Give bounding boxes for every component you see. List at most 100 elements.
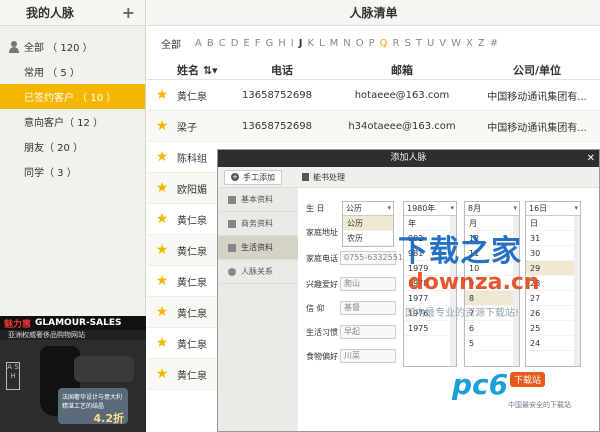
- field-input[interactable]: 川菜: [340, 349, 396, 363]
- select-option[interactable]: 30: [526, 246, 574, 261]
- letter-J[interactable]: J: [299, 38, 303, 49]
- star-icon[interactable]: ★: [147, 180, 177, 196]
- letter-Z[interactable]: Z: [478, 38, 485, 49]
- star-icon[interactable]: ★: [147, 149, 177, 165]
- ad-hot: 魅力惠: [4, 319, 32, 330]
- select-option[interactable]: 31: [526, 231, 574, 246]
- dialog-toolbar: + 手工添加 能书处理: [218, 167, 599, 188]
- ad-brand: GLAMOUR-SALES: [35, 318, 122, 328]
- letter-S[interactable]: S: [404, 38, 410, 49]
- star-icon[interactable]: ★: [147, 87, 177, 103]
- field-label: 生 日: [306, 203, 325, 213]
- group-label: 常用 （ 5 ）: [24, 68, 80, 79]
- nav-label: 人脉关系: [241, 267, 273, 276]
- group-all[interactable]: 全部 （ 120 ）: [0, 34, 145, 59]
- field-label: 兴趣爱好: [306, 279, 338, 289]
- ad-subtitle: 亚洲权威奢侈品购物网站: [0, 330, 146, 340]
- scrollbar[interactable]: [574, 216, 580, 366]
- letter-M[interactable]: M: [330, 38, 339, 49]
- user-icon: [8, 40, 20, 53]
- letter-V[interactable]: V: [439, 38, 446, 49]
- letter-U[interactable]: U: [427, 38, 434, 49]
- group-frequent[interactable]: 常用 （ 5 ）: [0, 59, 145, 84]
- letter-C[interactable]: C: [219, 38, 226, 49]
- select-option[interactable]: 25: [526, 321, 574, 336]
- field-label: 家庭地址: [306, 227, 338, 237]
- group-friends[interactable]: 朋友（ 20 ）: [0, 134, 145, 159]
- letter-F[interactable]: F: [255, 38, 261, 49]
- star-icon[interactable]: ★: [147, 335, 177, 351]
- field-label: 家庭电话: [306, 253, 338, 263]
- nav-life-info[interactable]: 生活资料: [218, 236, 298, 260]
- star-icon[interactable]: ★: [147, 242, 177, 258]
- letter-X[interactable]: X: [466, 38, 473, 49]
- letter-E[interactable]: E: [243, 38, 249, 49]
- letter-D[interactable]: D: [231, 38, 239, 49]
- select-option[interactable]: 日: [526, 216, 574, 231]
- document-icon: [228, 195, 236, 204]
- table-row[interactable]: ★ 梁子 13658752698 h34otaeee@163.com 中国移动通讯集团有…: [147, 111, 600, 142]
- nav-relations[interactable]: 人脉关系: [218, 260, 298, 284]
- field-input[interactable]: 早起: [340, 325, 396, 339]
- calendar-type-select[interactable]: 公历 公历 农历: [342, 201, 394, 247]
- group-label: 同学（ 3 ）: [24, 168, 77, 179]
- manual-add-button[interactable]: + 手工添加: [224, 169, 282, 185]
- field-input[interactable]: 0755-6332551: [340, 251, 403, 265]
- contact-email: hotaeee@163.com: [354, 89, 450, 101]
- watermark-domain: downza.cn: [408, 270, 540, 295]
- form-row: 兴趣爱好 爬山: [306, 276, 396, 292]
- select-option[interactable]: 26: [526, 306, 574, 321]
- star-icon[interactable]: ★: [147, 304, 177, 320]
- form-row: 信 仰 基督: [306, 300, 396, 316]
- nav-business-info[interactable]: 商务资料: [218, 212, 298, 236]
- star-icon[interactable]: ★: [147, 273, 177, 289]
- advertisement-banner[interactable]: 魅力惠 GLAMOUR-SALES 亚洲权威奢侈品购物网站 A S H 法国奢华设…: [0, 316, 146, 432]
- manual-add-label: 手工添加: [243, 172, 275, 182]
- letter-G[interactable]: G: [266, 38, 274, 49]
- letter-all[interactable]: 全部: [161, 36, 181, 51]
- letter-T[interactable]: T: [416, 38, 422, 49]
- letter-Q[interactable]: Q: [380, 38, 388, 49]
- ad-discount: 4.2折: [93, 412, 125, 425]
- letter-L[interactable]: L: [319, 38, 325, 49]
- star-icon[interactable]: ★: [147, 118, 177, 134]
- letter-P[interactable]: P: [369, 38, 375, 49]
- select-option[interactable]: 5: [465, 336, 513, 351]
- field-input[interactable]: 爬山: [340, 277, 396, 291]
- letter-A[interactable]: A: [195, 38, 202, 49]
- select-option[interactable]: 24: [526, 336, 574, 351]
- letter-O[interactable]: O: [356, 38, 364, 49]
- group-signed-clients[interactable]: 已签约客户 （ 10 ）: [0, 84, 145, 109]
- letter-filter: 全部 A B C D E F G H I J K L M N O P Q R S T U V W X Z #: [147, 26, 600, 60]
- select-option[interactable]: 6: [465, 321, 513, 336]
- header-name[interactable]: 姓名 ⇅▾: [177, 62, 237, 78]
- ad-title-bar: 魅力惠 GLAMOUR-SALES: [0, 316, 146, 330]
- field-input[interactable]: 基督: [340, 301, 396, 315]
- ad-logo: A S H: [6, 362, 20, 390]
- letter-I[interactable]: I: [291, 38, 294, 49]
- form-row: 家庭地址: [306, 224, 340, 240]
- select-option[interactable]: 1975: [404, 321, 450, 336]
- select-option[interactable]: 农历: [343, 231, 393, 246]
- group-classmates[interactable]: 同学（ 3 ）: [0, 159, 145, 184]
- letter-H[interactable]: H: [278, 38, 286, 49]
- star-icon[interactable]: ★: [147, 366, 177, 382]
- table-row[interactable]: ★ 黄仁泉 13658752698 hotaeee@163.com 中国移动通讯集团有.…: [147, 80, 600, 111]
- letter-N[interactable]: N: [343, 38, 350, 49]
- star-icon[interactable]: ★: [147, 211, 177, 227]
- add-group-button[interactable]: +: [122, 3, 135, 22]
- briefcase-icon: [228, 219, 236, 228]
- nav-basic-info[interactable]: 基本资料: [218, 188, 298, 212]
- select-option[interactable]: 公历: [343, 216, 393, 231]
- letter-R[interactable]: R: [393, 38, 400, 49]
- card-scan-button[interactable]: 能书处理: [296, 170, 351, 185]
- close-icon[interactable]: ✕: [587, 150, 595, 167]
- nav-label: 基本资料: [241, 195, 273, 204]
- contact-org: 中国移动通讯集团有...: [487, 122, 587, 134]
- group-label: 已签约客户 （ 10 ）: [24, 93, 117, 104]
- letter-B[interactable]: B: [207, 38, 214, 49]
- letter-#[interactable]: #: [490, 38, 498, 49]
- letter-W[interactable]: W: [451, 38, 461, 49]
- group-prospects[interactable]: 意向客户（ 12 ）: [0, 109, 145, 134]
- letter-K[interactable]: K: [307, 38, 314, 49]
